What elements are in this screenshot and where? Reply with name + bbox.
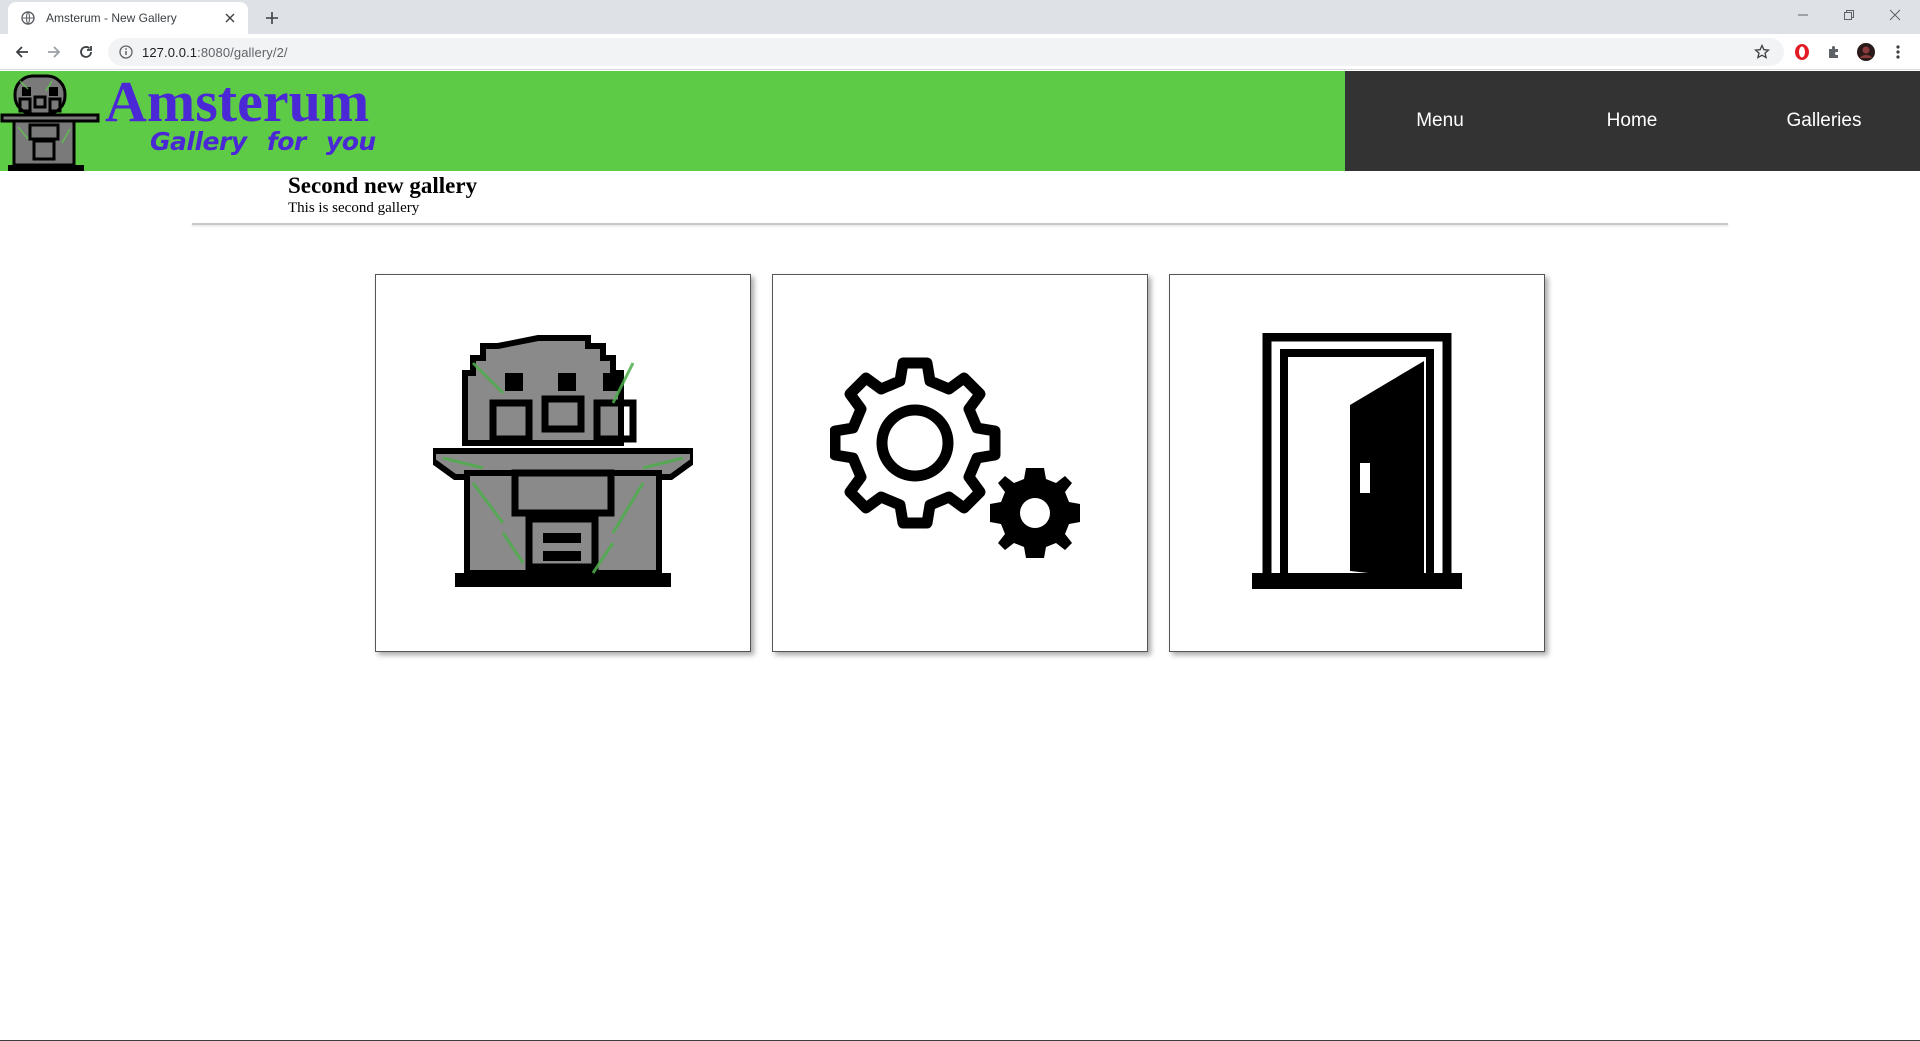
- url-path: :8080/gallery/2/: [197, 44, 288, 60]
- gears-icon: [830, 357, 1080, 558]
- gallery-description: This is second gallery: [288, 199, 420, 216]
- browser-menu-icon[interactable]: [1886, 40, 1910, 64]
- brand-name[interactable]: Amsterum: [105, 73, 369, 131]
- info-icon[interactable]: [118, 44, 134, 60]
- nav-item-galleries[interactable]: Galleries: [1729, 71, 1919, 171]
- gallery-header: Second new gallery This is second galler…: [288, 171, 477, 216]
- url-text: 127.0.0.1:8080/gallery/2/: [142, 45, 288, 60]
- gallery-grid: [375, 274, 1545, 654]
- minimize-icon[interactable]: [1780, 0, 1826, 30]
- gallery-item-door[interactable]: [1169, 274, 1545, 652]
- address-bar[interactable]: 127.0.0.1:8080/gallery/2/: [108, 38, 1784, 66]
- close-tab-icon[interactable]: [222, 10, 238, 26]
- bookmark-star-icon[interactable]: [1750, 40, 1774, 64]
- main-nav: Menu Home Galleries: [1345, 71, 1920, 171]
- robot-figure-icon: [433, 335, 693, 587]
- tab-title: Amsterum - New Gallery: [46, 11, 177, 25]
- close-window-icon[interactable]: [1872, 0, 1918, 30]
- brand-banner: Amsterum Gallery for you: [0, 71, 1345, 171]
- restore-icon[interactable]: [1826, 0, 1872, 30]
- profile-avatar-icon[interactable]: [1854, 40, 1878, 64]
- puzzle-extensions-icon[interactable]: [1822, 40, 1846, 64]
- open-door-icon: [1252, 333, 1462, 589]
- gallery-item-gears[interactable]: [772, 274, 1148, 652]
- back-arrow-icon[interactable]: [8, 38, 36, 66]
- robot-logo-icon[interactable]: [0, 71, 100, 171]
- section-divider: [192, 223, 1728, 225]
- new-tab-icon[interactable]: [260, 6, 284, 30]
- reload-icon[interactable]: [72, 38, 100, 66]
- browser-tabstrip: Amsterum - New Gallery: [0, 0, 1920, 34]
- gallery-item-robot[interactable]: [375, 274, 751, 652]
- site-header: Amsterum Gallery for you Menu Home Galle…: [0, 71, 1920, 171]
- forward-arrow-icon[interactable]: [40, 38, 68, 66]
- globe-icon: [20, 10, 36, 26]
- browser-toolbar: 127.0.0.1:8080/gallery/2/: [0, 34, 1920, 70]
- url-host: 127.0.0.1: [142, 44, 198, 60]
- nav-item-home[interactable]: Home: [1537, 71, 1727, 171]
- nav-item-menu[interactable]: Menu: [1345, 71, 1535, 171]
- gallery-title: Second new gallery: [288, 173, 478, 198]
- opera-extension-icon[interactable]: [1790, 40, 1814, 64]
- browser-tab[interactable]: Amsterum - New Gallery: [8, 2, 248, 34]
- page: Amsterum Gallery for you Menu Home Galle…: [0, 71, 1920, 1041]
- brand-tagline: Gallery for you: [150, 127, 376, 156]
